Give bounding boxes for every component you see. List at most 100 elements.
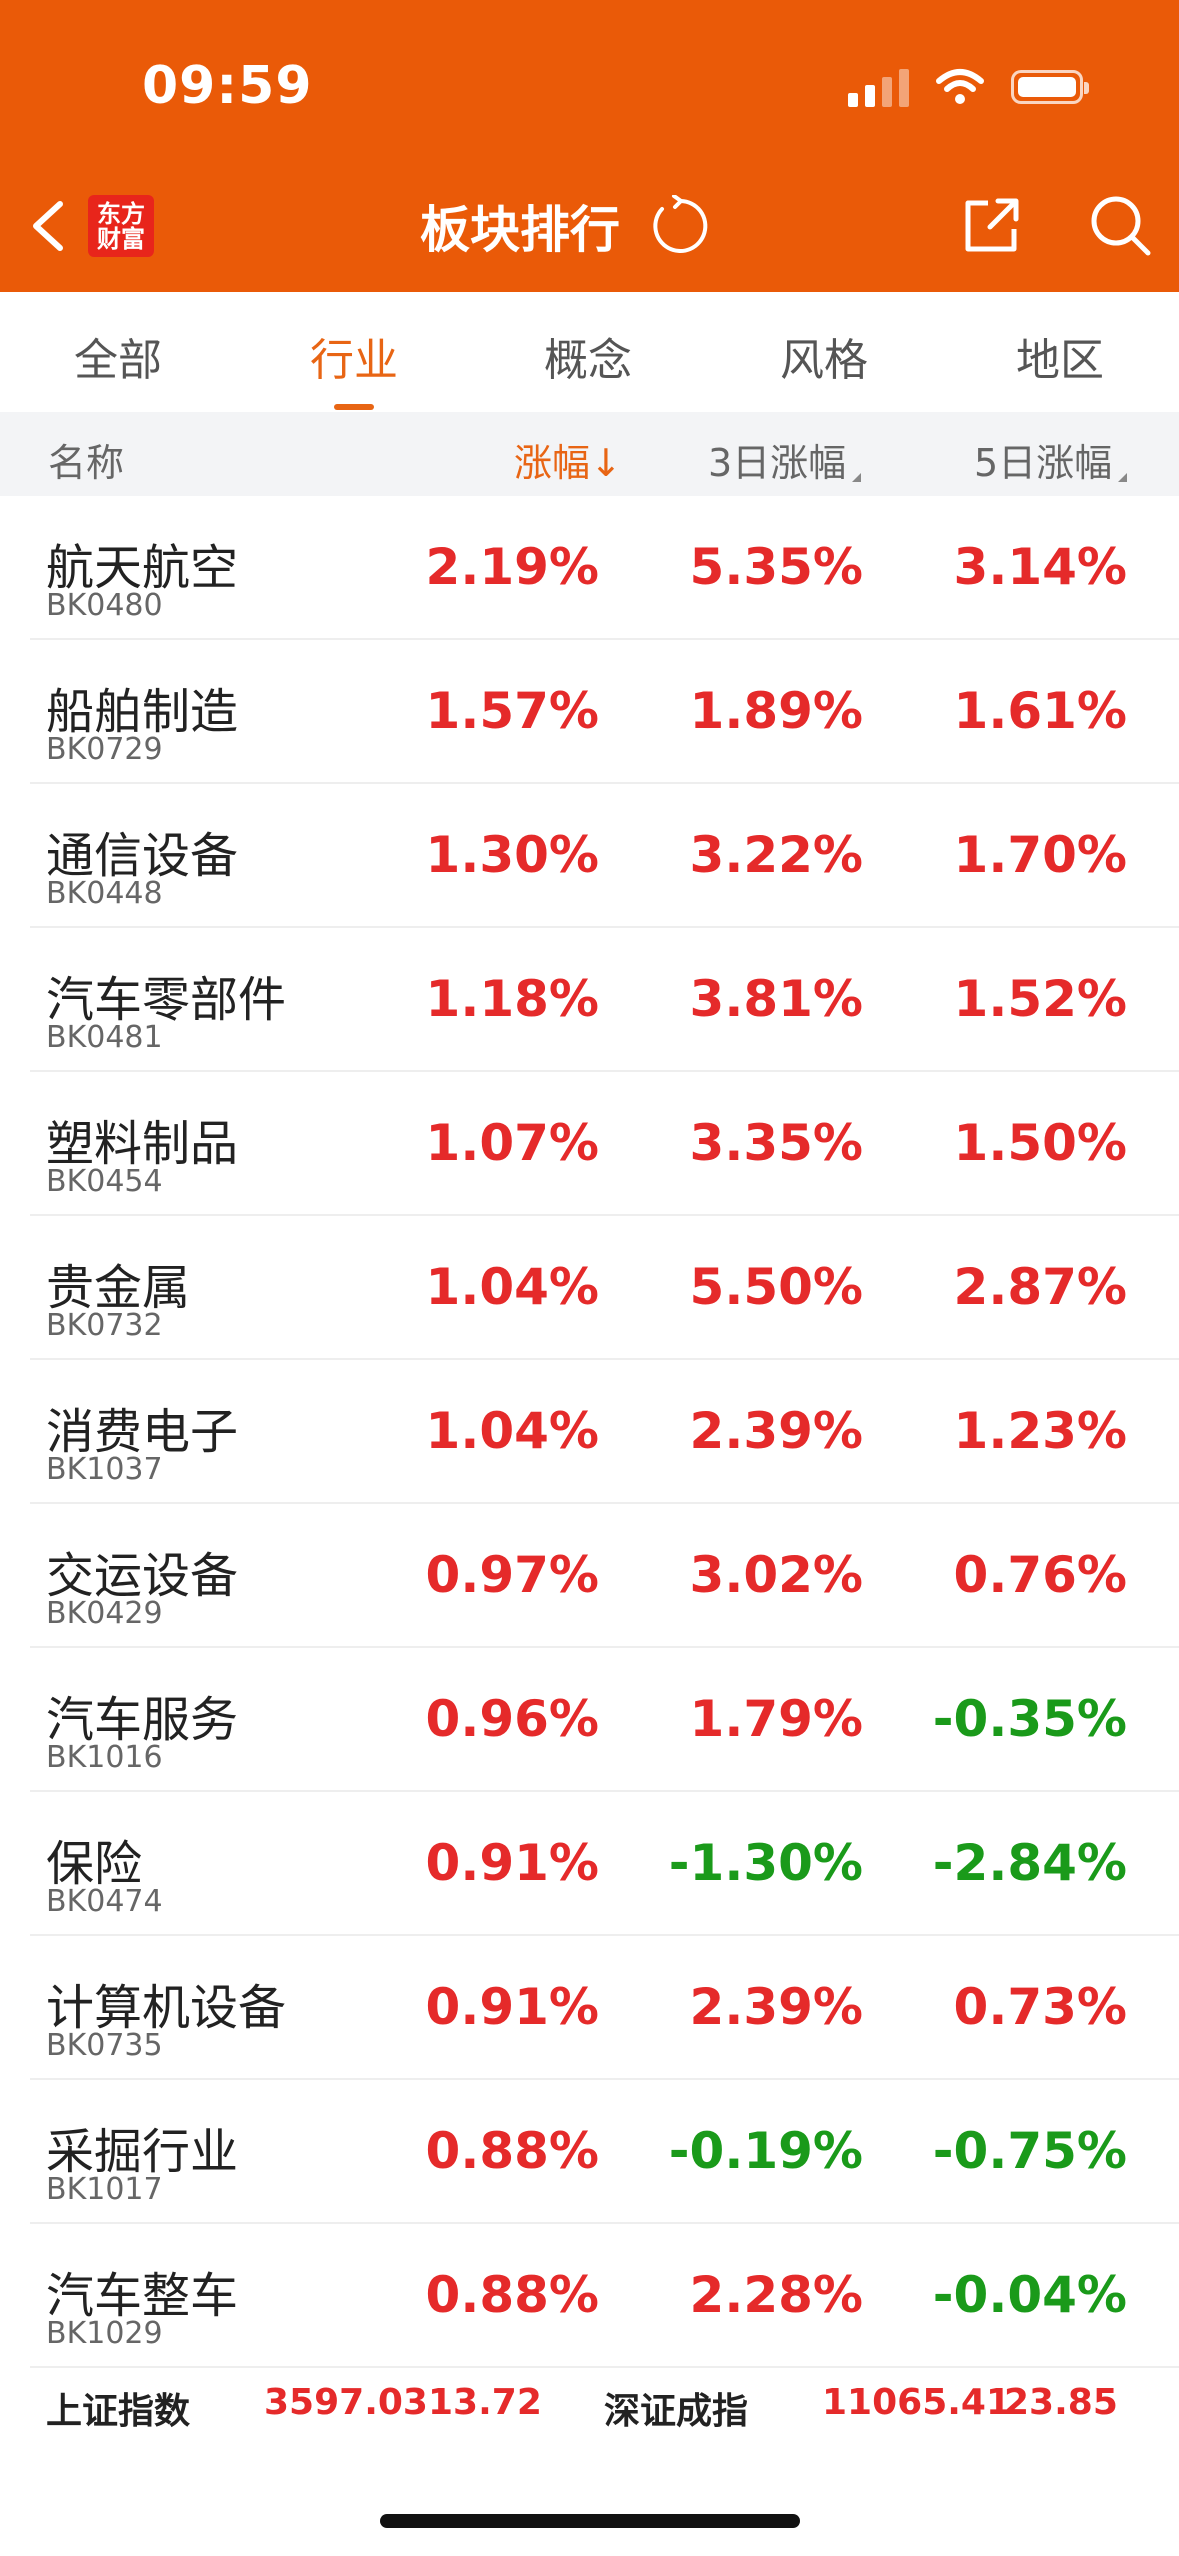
- sort-indicator-icon: [1118, 473, 1128, 482]
- change-value: 2.19%: [425, 538, 599, 596]
- sector-row[interactable]: 保险 BK0474 0.91% -1.30% -2.84%: [0, 1792, 1179, 1936]
- change-value: 0.88%: [425, 2122, 599, 2180]
- change-value: 0.97%: [425, 1546, 599, 1604]
- change-3day-value: 3.02%: [689, 1546, 863, 1604]
- change-3day-value: 3.35%: [689, 1114, 863, 1172]
- change-value: 1.04%: [425, 1402, 599, 1460]
- change-3day-value: 1.79%: [689, 1690, 863, 1748]
- column-name-header: 名称: [48, 441, 125, 485]
- refresh-icon[interactable]: [650, 195, 712, 257]
- column-3day-change-header[interactable]: 3日涨幅: [708, 432, 862, 487]
- wifi-icon: [936, 69, 984, 104]
- sector-row[interactable]: 通信设备 BK0448 1.30% 3.22% 1.70%: [0, 784, 1179, 928]
- index-change: 13.72: [428, 2382, 542, 2423]
- search-icon[interactable]: [1088, 193, 1152, 257]
- index-change: 23.85: [1004, 2382, 1118, 2423]
- eastmoney-logo: 东方 财富: [88, 195, 154, 257]
- sector-code: BK0480: [46, 588, 163, 623]
- index-name: 上证指数: [46, 2391, 191, 2432]
- change-5day-value: -0.75%: [932, 2122, 1127, 2180]
- column-5day-change-label: 5日涨幅: [974, 441, 1113, 485]
- change-3day-value: 1.89%: [689, 682, 863, 740]
- change-value: 1.04%: [425, 1258, 599, 1316]
- sector-code: BK1037: [46, 1452, 163, 1487]
- change-3day-value: 5.50%: [689, 1258, 863, 1316]
- sector-row[interactable]: 计算机设备 BK0735 0.91% 2.39% 0.73%: [0, 1936, 1179, 2080]
- sector-row[interactable]: 汽车零部件 BK0481 1.18% 3.81% 1.52%: [0, 928, 1179, 1072]
- sector-code: BK1016: [46, 1740, 163, 1775]
- change-value: 0.88%: [425, 2266, 599, 2324]
- change-3day-value: -0.19%: [668, 2122, 863, 2180]
- change-5day-value: 0.73%: [953, 1978, 1127, 2036]
- change-value: 0.91%: [425, 1978, 599, 2036]
- change-5day-value: 0.76%: [953, 1546, 1127, 1604]
- change-5day-value: 1.52%: [953, 970, 1127, 1028]
- column-5day-change-header[interactable]: 5日涨幅: [974, 432, 1128, 487]
- back-button[interactable]: [24, 196, 74, 256]
- index-value: 11065.41: [822, 2382, 1012, 2423]
- change-3day-value: -1.30%: [668, 1834, 863, 1892]
- cellular-signal-icon: [848, 67, 909, 107]
- change-value: 1.30%: [425, 826, 599, 884]
- status-icons: [848, 62, 1089, 112]
- home-indicator[interactable]: [380, 2514, 800, 2528]
- sector-row[interactable]: 消费电子 BK1037 1.04% 2.39% 1.23%: [0, 1360, 1179, 1504]
- change-5day-value: 2.87%: [953, 1258, 1127, 1316]
- change-value: 0.96%: [425, 1690, 599, 1748]
- app-header: 09:59 东方 财富 板块排行: [0, 0, 1179, 292]
- sector-row[interactable]: 塑料制品 BK0454 1.07% 3.35% 1.50%: [0, 1072, 1179, 1216]
- change-value: 1.18%: [425, 970, 599, 1028]
- change-5day-value: 1.70%: [953, 826, 1127, 884]
- column-3day-change-label: 3日涨幅: [708, 441, 847, 485]
- active-tab-indicator: [334, 404, 374, 410]
- change-3day-value: 3.22%: [689, 826, 863, 884]
- sector-row[interactable]: 贵金属 BK0732 1.04% 5.50% 2.87%: [0, 1216, 1179, 1360]
- status-time: 09:59: [142, 56, 313, 116]
- change-5day-value: 3.14%: [953, 538, 1127, 596]
- sector-code: BK0429: [46, 1596, 163, 1631]
- tab-region[interactable]: 地区: [960, 324, 1160, 388]
- sector-row[interactable]: 采掘行业 BK1017 0.88% -0.19% -0.75%: [0, 2080, 1179, 2224]
- sector-code: BK0481: [46, 1020, 163, 1055]
- sector-row[interactable]: 船舶制造 BK0729 1.57% 1.89% 1.61%: [0, 640, 1179, 784]
- sector-code: BK1029: [46, 2316, 163, 2351]
- sector-code: BK1017: [46, 2172, 163, 2207]
- change-3day-value: 2.39%: [689, 1978, 863, 2036]
- sector-row[interactable]: 航天航空 BK0480 2.19% 5.35% 3.14%: [0, 496, 1179, 640]
- sector-row[interactable]: 汽车服务 BK1016 0.96% 1.79% -0.35%: [0, 1648, 1179, 1792]
- change-3day-value: 3.81%: [689, 970, 863, 1028]
- change-5day-value: -0.35%: [932, 1690, 1127, 1748]
- change-value: 1.07%: [425, 1114, 599, 1172]
- page-title: 板块排行: [420, 201, 620, 259]
- logo-line-1: 东方: [97, 198, 145, 228]
- tab-all[interactable]: 全部: [18, 324, 218, 388]
- sector-code: BK0735: [46, 2028, 163, 2063]
- share-icon[interactable]: [960, 193, 1024, 257]
- sector-code: BK0474: [46, 1884, 163, 1919]
- sort-indicator-icon: [852, 473, 862, 482]
- tab-industry[interactable]: 行业: [254, 324, 454, 388]
- index-ticker-bar[interactable]: 上证指数 3597.03 13.72 深证成指 11065.41 23.85: [0, 2368, 1179, 2438]
- sector-list: 航天航空 BK0480 2.19% 5.35% 3.14% 船舶制造 BK072…: [0, 496, 1179, 2368]
- change-5day-value: -0.04%: [932, 2266, 1127, 2324]
- title-area: 板块排行: [420, 190, 712, 262]
- index-value: 3597.03: [264, 2382, 428, 2423]
- column-header: 名称 涨幅↓ 3日涨幅 5日涨幅: [0, 412, 1179, 496]
- tab-concept[interactable]: 概念: [488, 324, 688, 388]
- logo-line-2: 财富: [97, 224, 145, 253]
- chevron-left-icon: [33, 201, 63, 251]
- change-value: 0.91%: [425, 1834, 599, 1892]
- column-change-header[interactable]: 涨幅↓: [514, 432, 622, 487]
- battery-icon: [1011, 70, 1089, 104]
- index-name: 深证成指: [604, 2391, 749, 2432]
- tab-style[interactable]: 风格: [724, 324, 924, 388]
- sector-row[interactable]: 交运设备 BK0429 0.97% 3.02% 0.76%: [0, 1504, 1179, 1648]
- change-3day-value: 2.28%: [689, 2266, 863, 2324]
- change-5day-value: 1.23%: [953, 1402, 1127, 1460]
- change-3day-value: 5.35%: [689, 538, 863, 596]
- sector-code: BK0729: [46, 732, 163, 767]
- change-5day-value: -2.84%: [932, 1834, 1127, 1892]
- category-tabs: 全部 行业 概念 风格 地区: [0, 292, 1179, 412]
- sector-code: BK0732: [46, 1308, 163, 1343]
- sector-row[interactable]: 汽车整车 BK1029 0.88% 2.28% -0.04%: [0, 2224, 1179, 2368]
